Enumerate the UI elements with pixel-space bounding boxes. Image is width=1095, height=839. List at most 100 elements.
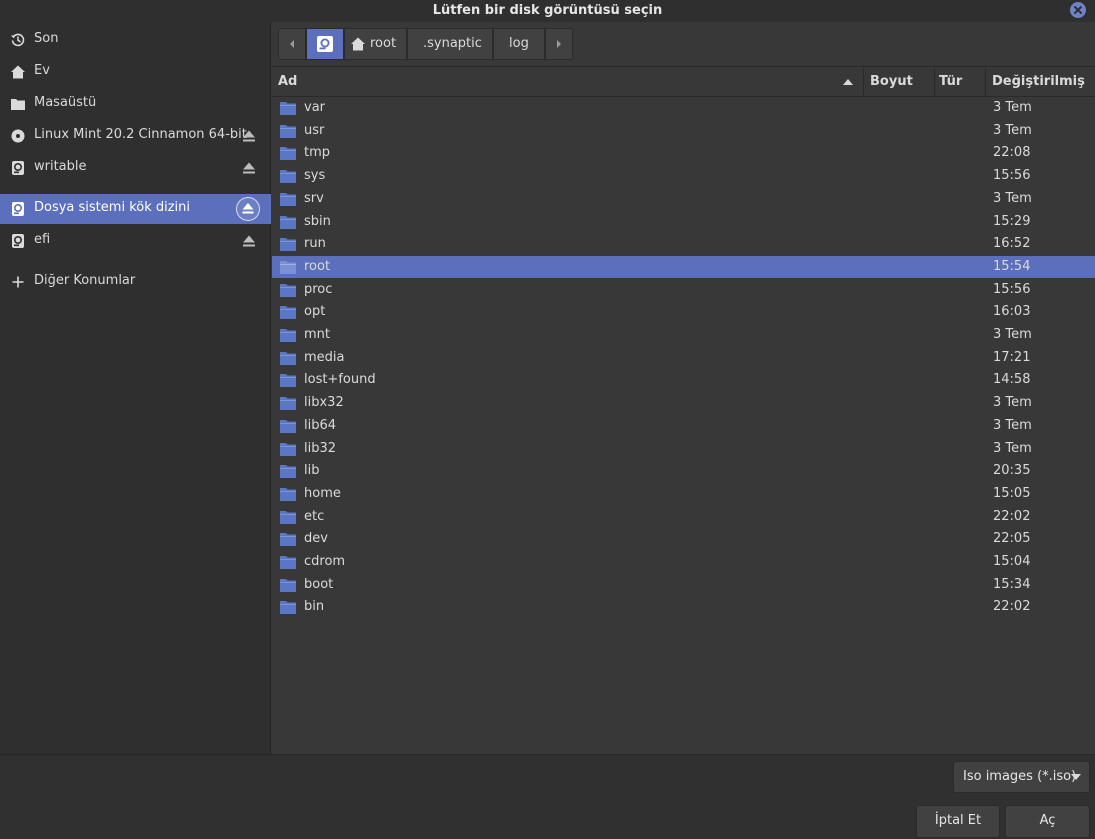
file-name: lost+found [304, 372, 376, 388]
file-list[interactable]: var 3 Tem usr 3 Tem tmp 22:08 sys 15:56 srv 3 Tem… [272, 97, 1095, 754]
folder-icon [280, 102, 296, 115]
dialog-footer: Iso images (*.iso) İptal Et Aç [0, 754, 1095, 839]
file-modified: 15:34 [993, 576, 1031, 592]
file-row[interactable]: var 3 Tem [272, 97, 1095, 119]
folder-icon [11, 99, 25, 110]
path-segment-log[interactable]: log [493, 28, 545, 60]
history-icon [11, 33, 25, 47]
file-row[interactable]: media 17:21 [272, 347, 1095, 369]
path-segment-synaptic[interactable]: .synaptic [407, 28, 493, 60]
file-name: lib [304, 463, 320, 479]
file-modified: 20:35 [993, 463, 1031, 479]
file-name: sys [304, 168, 326, 184]
sidebar-item-other-locations[interactable]: Diğer Konumlar [0, 267, 271, 297]
sidebar-item-son[interactable]: Son [0, 25, 271, 55]
file-modified: 3 Tem [993, 395, 1032, 411]
folder-icon [280, 556, 296, 569]
file-name: run [304, 236, 326, 252]
cancel-button[interactable]: İptal Et [916, 805, 1000, 838]
file-type-filter-dropdown[interactable]: Iso images (*.iso) [953, 761, 1090, 793]
folder-icon [280, 306, 296, 320]
sidebar-item-root-filesystem[interactable]: Dosya sistemi kök dizini [0, 194, 271, 224]
file-name: boot [304, 576, 334, 592]
column-type-header[interactable]: Tür [934, 68, 985, 97]
file-name: srv [304, 190, 324, 206]
file-row[interactable]: opt 16:03 [272, 301, 1095, 323]
folder-icon [280, 487, 296, 501]
open-button[interactable]: Aç [1005, 805, 1090, 838]
column-label: Boyut [870, 74, 913, 89]
eject-icon[interactable] [241, 234, 257, 248]
file-modified: 3 Tem [993, 100, 1032, 115]
file-row[interactable]: proc 15:56 [272, 279, 1095, 301]
file-row[interactable]: sbin 15:29 [272, 211, 1095, 233]
sidebar-item-efi[interactable]: efi [0, 226, 271, 256]
eject-button[interactable] [236, 197, 260, 221]
column-modified-header[interactable]: Değiştirilmiş [985, 68, 1095, 97]
plus-icon [12, 276, 24, 288]
sidebar-item-writable[interactable]: writable [0, 153, 271, 183]
path-segment-filesystem-root[interactable] [306, 28, 344, 60]
file-row[interactable]: dev 22:05 [272, 528, 1095, 550]
file-row[interactable]: home 15:05 [272, 483, 1095, 505]
file-row[interactable]: lib64 3 Tem [272, 415, 1095, 437]
file-row[interactable]: root 15:54 [272, 255, 1095, 278]
path-segment-label: log [509, 36, 529, 51]
sidebar-item-ev[interactable]: Ev [0, 57, 271, 87]
window-title: Lütfen bir disk görüntüsü seçin [432, 3, 663, 18]
sidebar-item-label: efi [34, 232, 51, 247]
file-name: dev [304, 531, 328, 547]
file-name: libx32 [304, 395, 344, 411]
folder-icon [280, 170, 296, 184]
sidebar-item-linux-mint[interactable]: Linux Mint 20.2 Cinnamon 64-bit [0, 121, 271, 151]
file-row[interactable]: cdrom 15:04 [272, 551, 1095, 573]
path-back-button[interactable] [278, 28, 306, 60]
file-row[interactable]: bin 22:02 [272, 596, 1095, 618]
drive-icon [12, 161, 24, 175]
path-segment-root[interactable]: root [344, 28, 407, 60]
sidebar-item-label: Masaüstü [34, 95, 97, 110]
file-row[interactable]: lib32 3 Tem [272, 438, 1095, 460]
file-row[interactable]: mnt 3 Tem [272, 324, 1095, 346]
file-name: usr [304, 122, 325, 138]
open-button-label: Aç [1039, 813, 1056, 828]
file-modified: 15:05 [993, 485, 1031, 501]
file-name: etc [304, 508, 325, 524]
column-name-header[interactable]: Ad [272, 68, 863, 97]
file-modified: 3 Tem [993, 190, 1032, 206]
file-row[interactable]: lib 20:35 [272, 460, 1095, 482]
file-row[interactable]: boot 15:34 [272, 574, 1095, 596]
folder-icon [280, 260, 296, 274]
sidebar-item-masaustu[interactable]: Masaüstü [0, 89, 271, 119]
file-row[interactable]: tmp 22:08 [272, 142, 1095, 164]
folder-icon [280, 510, 296, 524]
sidebar-item-label: Diğer Konumlar [34, 273, 136, 288]
chevron-right-icon [557, 40, 561, 48]
eject-icon[interactable] [241, 161, 257, 175]
folder-icon [280, 192, 296, 206]
folder-icon [280, 465, 296, 479]
sort-ascending-icon [843, 79, 853, 85]
file-name: lib64 [304, 417, 337, 433]
file-row[interactable]: libx32 3 Tem [272, 392, 1095, 414]
filter-label: Iso images (*.iso) [963, 769, 1077, 784]
cancel-button-label: İptal Et [934, 813, 982, 828]
folder-icon [280, 238, 296, 252]
eject-icon[interactable] [241, 129, 257, 143]
file-row[interactable]: usr 3 Tem [272, 120, 1095, 142]
file-row[interactable]: sys 15:56 [272, 165, 1095, 187]
sidebar-item-label: Linux Mint 20.2 Cinnamon 64-bit [34, 127, 247, 142]
file-row[interactable]: srv 3 Tem [272, 188, 1095, 210]
file-row[interactable]: lost+found 14:58 [272, 369, 1095, 391]
file-row[interactable]: etc 22:02 [272, 506, 1095, 528]
file-name: root [304, 258, 331, 274]
file-row[interactable]: run 16:52 [272, 233, 1095, 255]
column-size-header[interactable]: Boyut [863, 68, 934, 97]
file-modified: 15:29 [993, 213, 1031, 229]
file-modified: 3 Tem [993, 417, 1032, 433]
chevron-down-icon [1071, 774, 1081, 780]
path-forward-button[interactable] [545, 28, 573, 60]
close-button[interactable] [1070, 2, 1086, 18]
file-modified: 15:04 [993, 554, 1031, 569]
file-name: tmp [304, 145, 331, 161]
